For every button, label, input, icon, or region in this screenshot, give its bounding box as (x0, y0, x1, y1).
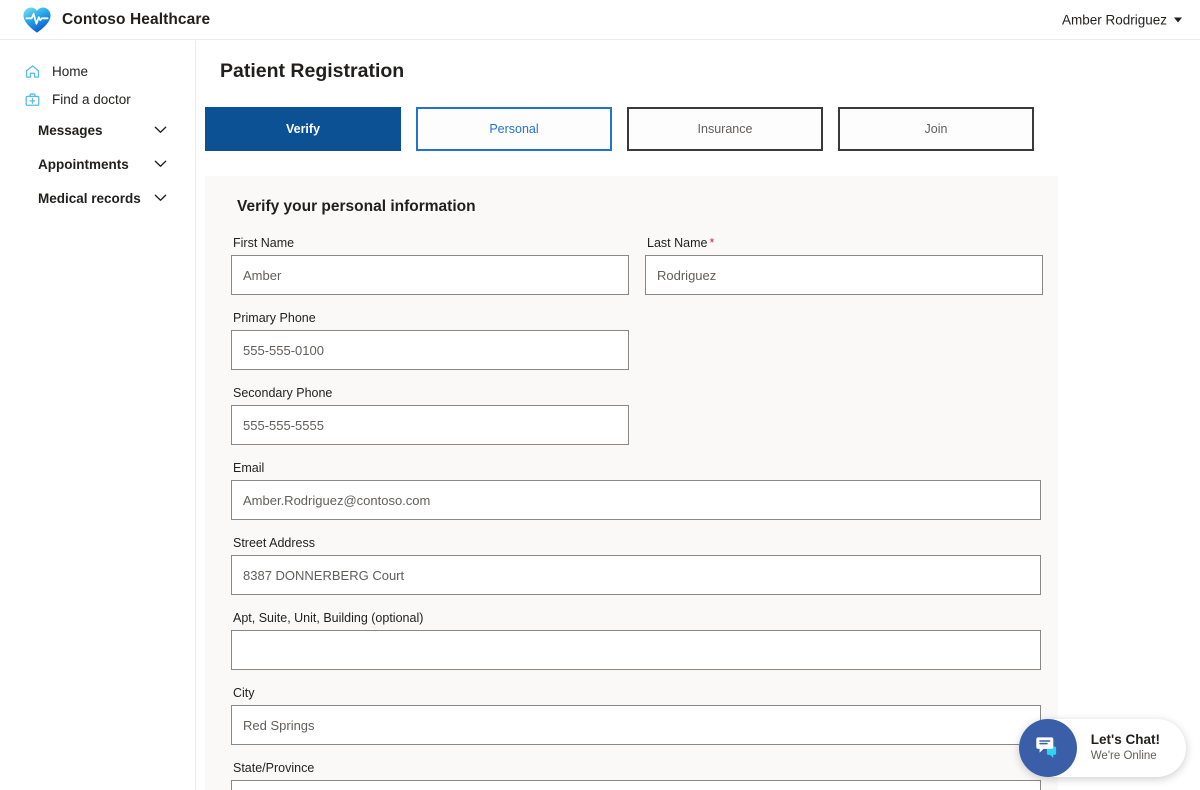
sidebar-group-medical-records[interactable]: Medical records (0, 181, 195, 215)
field-label: City (233, 686, 255, 700)
heart-pulse-icon (23, 6, 51, 33)
tab-join[interactable]: Join (838, 107, 1034, 151)
field-label: State/Province (233, 761, 315, 775)
field-label: Secondary Phone (233, 386, 333, 400)
sidebar-item-label: Home (52, 63, 89, 79)
chevron-down-icon (154, 160, 167, 167)
tab-verify[interactable]: Verify (205, 107, 401, 151)
chat-title: Let's Chat! (1090, 732, 1160, 748)
field-primary-phone: Primary Phone 555-555-0100 (231, 311, 1032, 370)
chevron-down-icon (1174, 17, 1182, 22)
field-secondary-phone: Secondary Phone 555-555-5555 (231, 386, 1032, 445)
chevron-down-icon (154, 194, 167, 201)
sidebar: Home Find a doctor Messages Appointments… (0, 41, 196, 790)
tab-insurance[interactable]: Insurance (627, 107, 823, 151)
state-province-input[interactable] (231, 780, 1041, 790)
registration-tabs: Verify Personal Insurance Join (205, 107, 1200, 151)
chat-status: We're Online (1090, 749, 1157, 762)
field-label-text: Last Name (647, 236, 708, 250)
tab-personal[interactable]: Personal (416, 107, 612, 151)
city-input[interactable]: Red Springs (231, 705, 1041, 745)
sidebar-group-messages[interactable]: Messages (0, 113, 195, 147)
field-label: Email (233, 461, 265, 475)
chat-text: Let's Chat! We're Online (1091, 732, 1160, 764)
main-content: Patient Registration Verify Personal Ins… (197, 41, 1200, 790)
chat-bubbles-icon (1036, 737, 1056, 758)
street-address-input[interactable]: 8387 DONNERBERG Court (231, 555, 1041, 595)
chat-widget[interactable]: Let's Chat! We're Online (1018, 719, 1186, 777)
field-last-name: Last Name * Rodriguez (645, 236, 1043, 295)
secondary-phone-input[interactable]: 555-555-5555 (231, 405, 629, 445)
apt-input[interactable] (231, 630, 1041, 670)
field-label: First Name (233, 236, 295, 250)
name-row: First Name Amber Last Name * Rodriguez (231, 236, 1043, 311)
card-title: Verify your personal information (237, 198, 476, 215)
sidebar-item-find-a-doctor[interactable]: Find a doctor (0, 85, 195, 113)
first-name-input[interactable]: Amber (231, 255, 629, 295)
field-label: Apt, Suite, Unit, Building (optional) (233, 611, 424, 625)
required-asterisk: * (709, 236, 715, 250)
field-label: Street Address (233, 536, 315, 550)
home-icon (25, 64, 40, 78)
sidebar-group-appointments[interactable]: Appointments (0, 147, 195, 181)
field-label: Primary Phone (233, 311, 316, 325)
field-label: Last Name * (647, 236, 1043, 250)
sidebar-item-label: Find a doctor (52, 91, 131, 107)
field-city: City Red Springs (231, 686, 1041, 745)
verify-form-card: Verify your personal information First N… (205, 176, 1058, 790)
last-name-input[interactable]: Rodriguez (645, 255, 1043, 295)
sidebar-group-label: Messages (38, 122, 103, 138)
primary-phone-input[interactable]: 555-555-0100 (231, 330, 629, 370)
field-street-address: Street Address 8387 DONNERBERG Court (231, 536, 1041, 595)
sidebar-group-label: Appointments (38, 156, 129, 172)
medical-bag-icon (25, 92, 40, 106)
field-apt: Apt, Suite, Unit, Building (optional) (231, 611, 1041, 670)
user-name: Amber Rodriguez (1061, 12, 1167, 27)
chevron-down-icon (154, 126, 167, 133)
sidebar-group-label: Medical records (38, 190, 141, 206)
sidebar-item-home[interactable]: Home (0, 57, 195, 85)
email-input[interactable]: Amber.Rodriguez@contoso.com (231, 480, 1041, 520)
brand[interactable]: Contoso Healthcare (22, 6, 210, 34)
chat-avatar (1018, 719, 1077, 777)
field-email: Email Amber.Rodriguez@contoso.com (231, 461, 1041, 520)
app-header: Contoso Healthcare Amber Rodriguez (0, 0, 1200, 40)
page-title: Patient Registration (220, 60, 405, 82)
field-first-name: First Name Amber (231, 236, 629, 295)
brand-name: Contoso Healthcare (62, 10, 211, 28)
user-menu[interactable]: Amber Rodriguez (1062, 12, 1182, 27)
field-state-province: State/Province (231, 761, 1041, 790)
